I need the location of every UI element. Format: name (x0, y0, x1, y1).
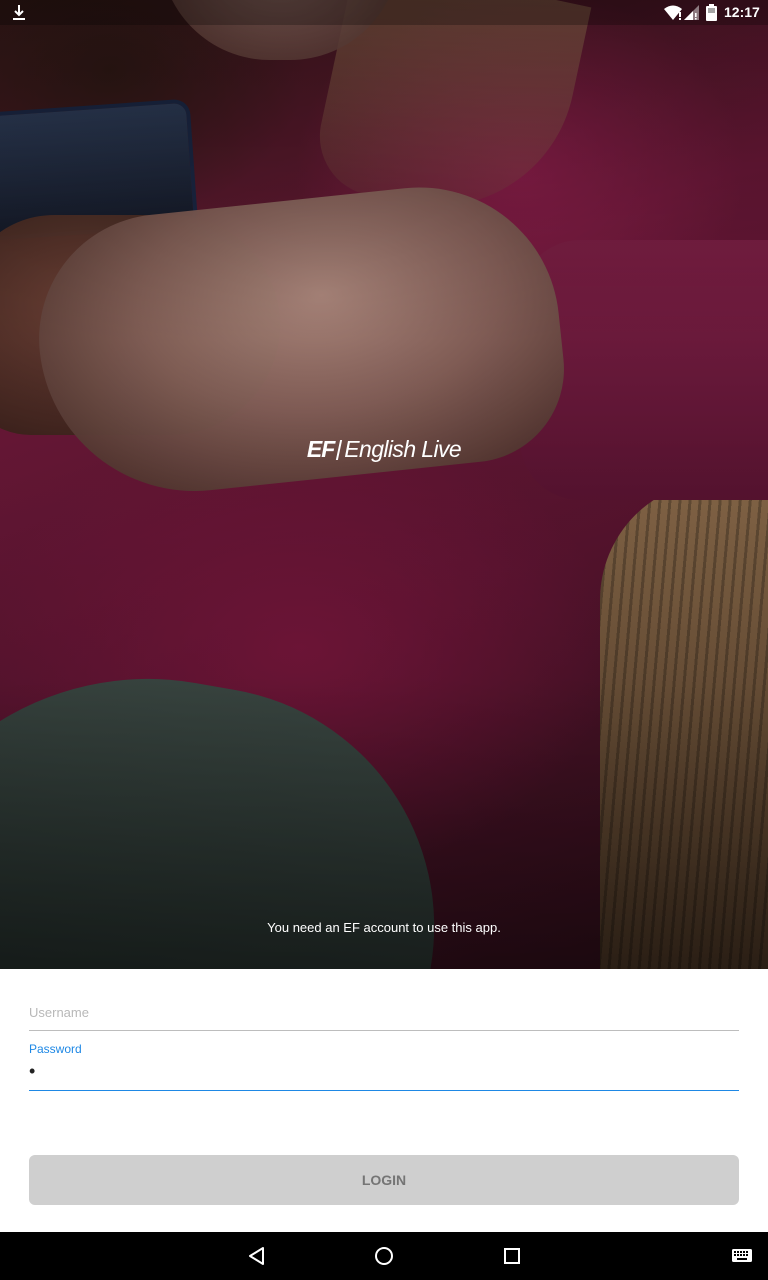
photo-shade (0, 0, 768, 969)
recents-button[interactable] (482, 1232, 542, 1280)
download-icon (13, 5, 25, 20)
battery-icon (706, 4, 717, 21)
navigation-bar (0, 1232, 768, 1280)
hero-photo (0, 0, 768, 969)
app-logo: EF English Live (0, 436, 768, 463)
home-icon (375, 1247, 393, 1265)
recents-icon (504, 1248, 520, 1264)
status-clock: 12:17 (724, 4, 760, 20)
login-form: Username Password • LOGIN (0, 969, 768, 1232)
logo-divider (336, 439, 343, 460)
logo-text: English Live (344, 436, 462, 462)
back-button[interactable] (227, 1232, 287, 1280)
keyboard-icon (732, 1249, 752, 1262)
password-label: Password (29, 1042, 82, 1056)
wifi-icon (664, 5, 682, 20)
keyboard-button[interactable] (712, 1232, 768, 1280)
password-value: • (29, 1061, 38, 1081)
signal-icon (684, 5, 699, 20)
status-bar: 12:17 (0, 0, 768, 25)
login-button[interactable]: LOGIN (29, 1155, 739, 1205)
password-field[interactable]: Password • (29, 1041, 739, 1091)
username-field[interactable]: Username (29, 1001, 739, 1031)
account-note: You need an EF account to use this app. (267, 920, 501, 935)
login-screen: 12:17 EF English Live You need an EF acco… (0, 0, 768, 1280)
back-icon (249, 1247, 264, 1265)
logo-ef-mark: EF (306, 436, 335, 462)
username-placeholder: Username (29, 1005, 89, 1020)
home-button[interactable] (354, 1232, 414, 1280)
